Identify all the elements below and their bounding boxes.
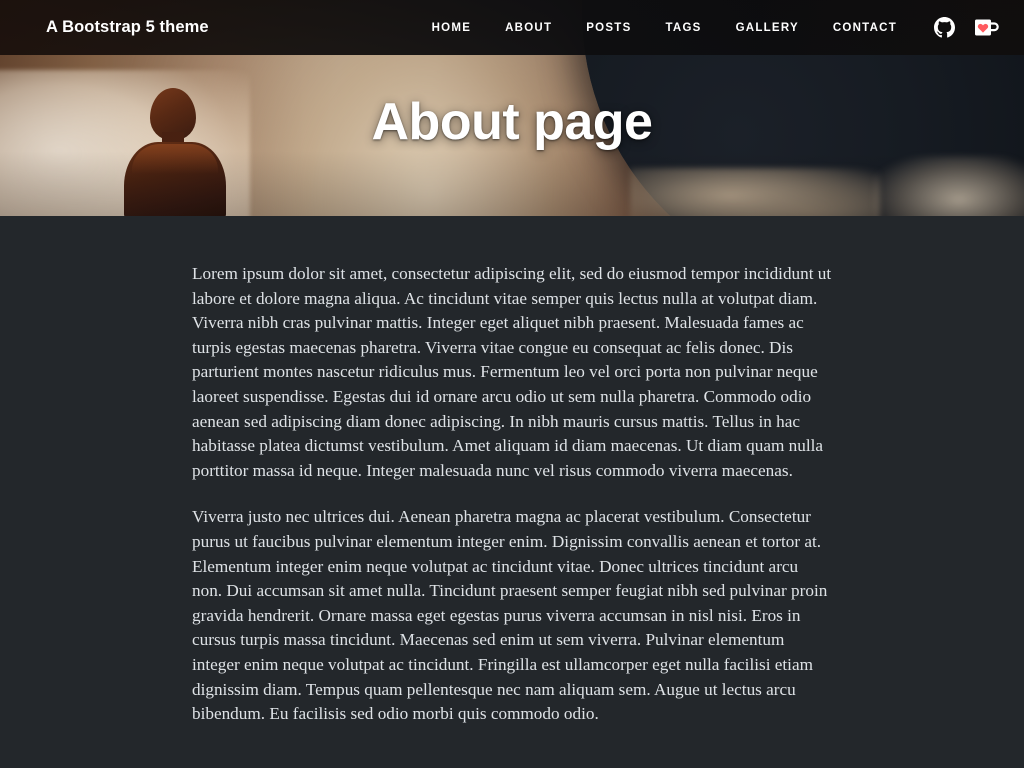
nav-link-posts[interactable]: Posts — [569, 14, 648, 42]
main-navbar: A Bootstrap 5 theme Home About Posts Tag… — [0, 0, 1024, 55]
nav-links-list: Home About Posts Tags Gallery Contact — [415, 14, 914, 42]
nav-item-gallery: Gallery — [719, 14, 816, 42]
nav-item-tags: Tags — [649, 14, 719, 42]
nav-social-icons — [930, 14, 1000, 42]
about-article: Lorem ipsum dolor sit amet, consectetur … — [192, 262, 832, 727]
buy-me-a-coffee-link[interactable] — [972, 14, 1000, 42]
coffee-cup-heart-icon — [974, 19, 999, 36]
nav-item-home: Home — [415, 14, 489, 42]
github-icon — [933, 17, 955, 38]
nav-item-contact: Contact — [816, 14, 914, 42]
nav-link-home[interactable]: Home — [415, 14, 489, 42]
page-root: About page A Bootstrap 5 theme Home Abou… — [0, 0, 1024, 768]
article-paragraph-1: Lorem ipsum dolor sit amet, consectetur … — [192, 264, 832, 480]
nav-link-contact[interactable]: Contact — [816, 14, 914, 42]
github-link[interactable] — [930, 14, 958, 42]
page-title: About page — [371, 93, 653, 151]
nav-link-gallery[interactable]: Gallery — [719, 14, 816, 42]
nav-item-about: About — [488, 14, 569, 42]
article-paragraph-2: Viverra justo nec ultrices dui. Aenean p… — [192, 507, 828, 724]
nav-link-tags[interactable]: Tags — [649, 14, 719, 42]
content-container: Lorem ipsum dolor sit amet, consectetur … — [192, 216, 832, 727]
nav-item-posts: Posts — [569, 14, 648, 42]
nav-link-about[interactable]: About — [488, 14, 569, 42]
site-brand-link[interactable]: A Bootstrap 5 theme — [46, 18, 209, 37]
main-content: Lorem ipsum dolor sit amet, consectetur … — [0, 216, 1024, 768]
